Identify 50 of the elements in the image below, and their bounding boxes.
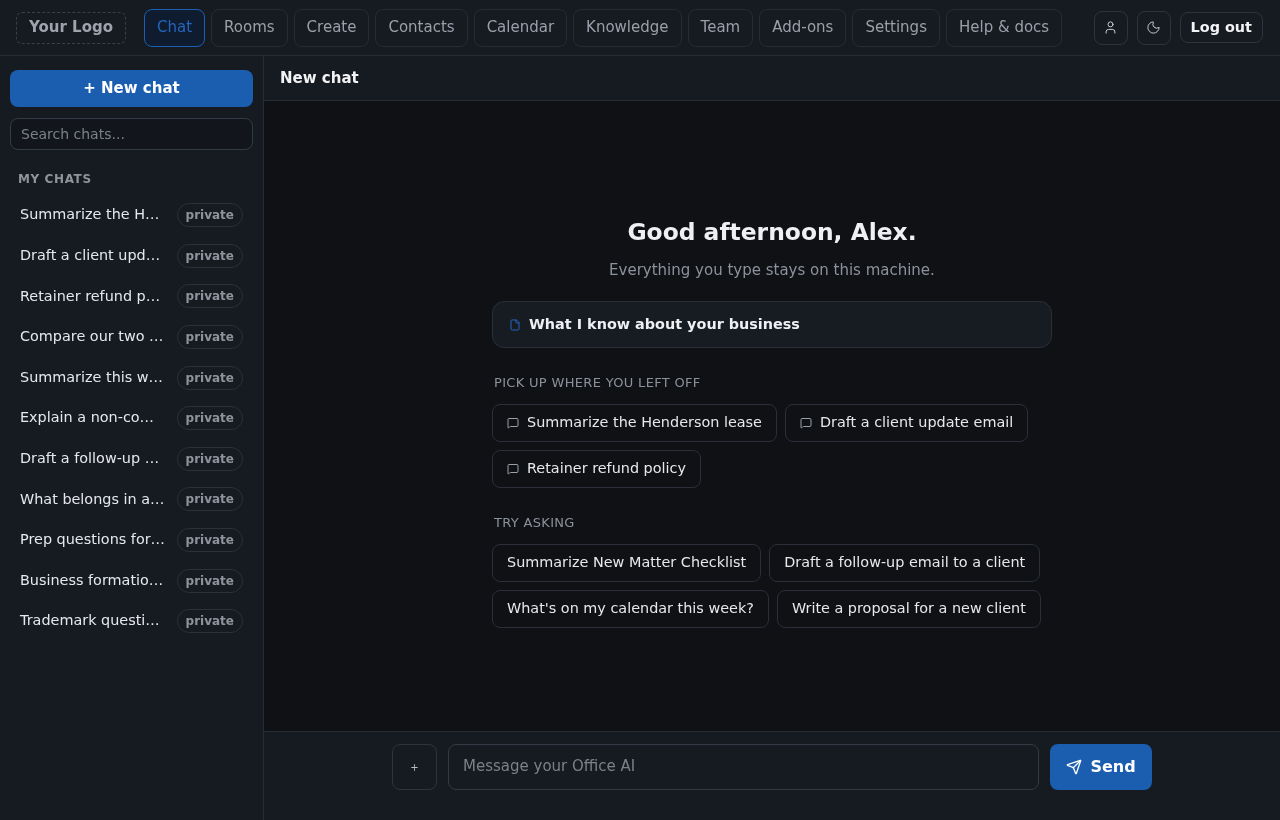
profile-button[interactable]	[1093, 10, 1128, 45]
speech-bubble-icon	[507, 463, 519, 475]
chat-title[interactable]: Business formatio…	[20, 569, 164, 592]
chat-title[interactable]: Explain a non-co…	[20, 407, 154, 430]
chat-title[interactable]: Retainer refund p…	[20, 285, 161, 308]
logo[interactable]: Your Logo	[16, 11, 126, 44]
suggestion-chip[interactable]: What's on my calendar this week?	[492, 590, 769, 628]
chat-title[interactable]: Summarize the H…	[20, 204, 160, 227]
nav-tab[interactable]: Contacts	[375, 8, 468, 47]
speech-bubble-icon	[799, 417, 812, 429]
nav-tab[interactable]: Help & docs	[945, 8, 1063, 47]
nav-tab[interactable]: Calendar	[473, 8, 568, 47]
nav-tab[interactable]: Add-ons	[759, 8, 847, 47]
suggestion-chip[interactable]: Write a proposal for a new client	[776, 590, 1041, 628]
new-chat-button[interactable]: + New chat	[10, 70, 253, 107]
send-button[interactable]: Send	[1050, 744, 1152, 790]
knowledge-card[interactable]: What I know about your business	[492, 301, 1052, 348]
nav-tab[interactable]: Knowledge	[573, 8, 682, 47]
greeting: Good afternoon, Alex.	[626, 217, 918, 248]
recent-chat-chip[interactable]: Retainer refund policy	[492, 450, 701, 488]
chat-title[interactable]: Prep questions for…	[20, 529, 165, 551]
theme-toggle-button[interactable]	[1136, 10, 1171, 45]
speech-bubble-icon	[507, 417, 519, 429]
search-field[interactable]: Search chats...	[10, 118, 253, 150]
chat-title-heading: New chat	[280, 67, 359, 89]
file-icon	[509, 317, 521, 332]
logout-button[interactable]: Log out	[1179, 12, 1263, 43]
chat-title[interactable]: Draft a client upd…	[20, 245, 161, 267]
recent-chat-chip[interactable]: Summarize the Henderson lease	[492, 404, 777, 442]
attach-button[interactable]: +	[392, 744, 437, 790]
moon-icon	[1146, 20, 1162, 35]
nav-tab[interactable]: Team	[687, 8, 754, 47]
recent-chat-chip[interactable]: Draft a client update email	[784, 404, 1029, 442]
chat-title[interactable]: Summarize this w…	[20, 366, 163, 389]
message-input[interactable]: Message your Office AI	[448, 744, 1039, 790]
chat-title[interactable]: Draft a follow-up …	[20, 448, 160, 470]
section-heading: MY CHATS	[18, 171, 93, 187]
section-heading: PICK UP WHERE YOU LEFT OFF	[494, 374, 702, 392]
section-heading: TRY ASKING	[494, 514, 576, 532]
nav-tab[interactable]: Create	[293, 8, 370, 47]
nav-tab[interactable]: Settings	[852, 8, 940, 47]
chat-title[interactable]: Trademark questi…	[20, 610, 160, 633]
user-icon	[1103, 20, 1119, 35]
suggestion-chip[interactable]: Summarize New Matter Checklist	[492, 544, 762, 582]
nav-tab[interactable]: Rooms	[211, 8, 288, 47]
privacy-note: Everything you type stays on this machine.	[608, 260, 936, 281]
chat-title[interactable]: What belongs in a…	[20, 488, 165, 511]
send-icon	[1066, 759, 1083, 775]
chat-title[interactable]: Compare our two …	[20, 326, 164, 348]
suggestion-chip[interactable]: Draft a follow-up email to a client	[769, 544, 1041, 582]
